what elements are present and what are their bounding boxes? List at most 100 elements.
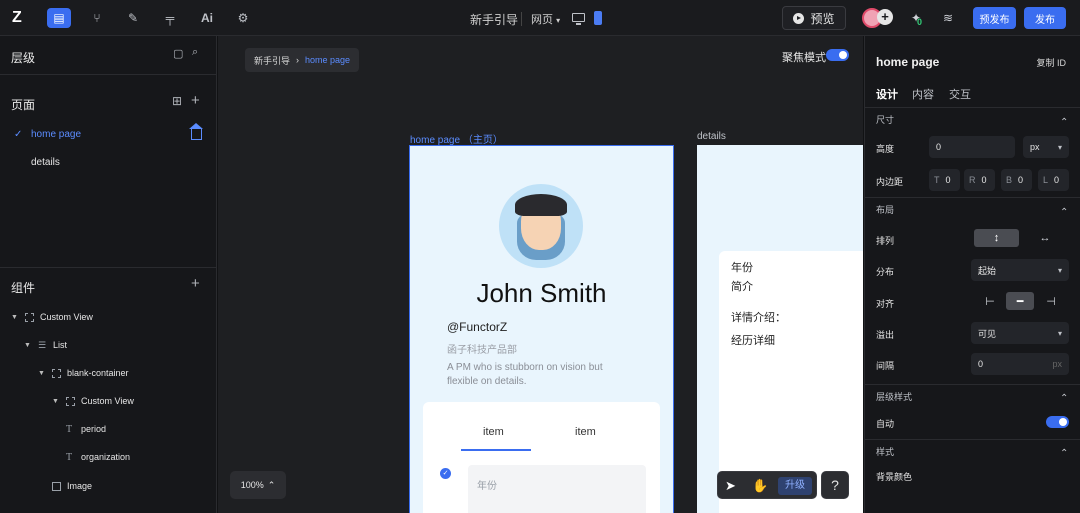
tree-item-blank-container[interactable]: ▼ blank-container (38, 364, 129, 382)
details-page-frame[interactable]: 年份 简介 详情介绍： 经历详细 (697, 145, 863, 513)
tree-item-custom-view[interactable]: ▼ Custom View (11, 308, 93, 326)
preview-button[interactable]: 预览 (782, 6, 846, 30)
tree-item-organization[interactable]: T organization (66, 448, 130, 466)
copy-id-button[interactable]: 复制 ID (1036, 56, 1066, 69)
selected-check-icon: ✓ (14, 129, 23, 140)
zoom-control[interactable]: 100% ⌃ (230, 471, 286, 499)
expand-triangle-icon[interactable]: ▼ (24, 342, 32, 349)
align-left-icon[interactable]: ⊢ (977, 292, 1003, 310)
layout-panel-icon[interactable]: ▤ (47, 8, 71, 28)
help-button[interactable]: ? (821, 471, 849, 499)
details-intro: 简介 (731, 281, 753, 293)
add-page-plus-icon[interactable]: + (191, 92, 200, 109)
height-input[interactable]: 0 (929, 136, 1015, 158)
arrange-horizontal-icon[interactable]: ↔ (1030, 229, 1060, 247)
add-folder-icon[interactable]: ⊞ (172, 94, 182, 108)
ai-icon[interactable]: Ai (195, 8, 219, 28)
align-center-icon[interactable]: ━ (1006, 292, 1034, 310)
expand-triangle-icon[interactable]: ▼ (38, 370, 46, 377)
align-label: 对齐 (876, 299, 895, 309)
hand-pan-icon[interactable]: ✋ (752, 478, 768, 494)
year-input[interactable]: 年份 (468, 465, 646, 513)
collapse-icon[interactable]: ⌃ (1060, 117, 1068, 128)
profile-organization: 函子科技产品部 (447, 345, 517, 356)
padding-right-input[interactable]: R0 (964, 169, 995, 191)
play-icon (793, 12, 805, 24)
page-type-select[interactable]: 网页 ▾ (531, 11, 560, 27)
invite-plus-icon[interactable]: + (877, 9, 893, 25)
view-icon (25, 312, 34, 322)
plugin-icon[interactable]: ✎ (121, 8, 145, 28)
view-icon (66, 396, 75, 406)
gap-label: 间隔 (876, 361, 895, 371)
tab-item-1[interactable]: item (483, 426, 504, 438)
tree-item-period[interactable]: T period (66, 420, 106, 438)
settings-gear-icon[interactable]: ⚙ (231, 8, 255, 28)
distribute-select[interactable]: 起始 ▾ (971, 259, 1069, 281)
data-model-icon[interactable]: ╤ (158, 8, 182, 28)
expand-triangle-icon[interactable]: ▼ (11, 314, 19, 321)
database-icon[interactable]: ≋ (940, 10, 956, 26)
padding-top-input[interactable]: T0 (929, 169, 960, 191)
divider (0, 267, 216, 268)
tab-interaction[interactable]: 交互 (949, 86, 971, 102)
tree-item-image[interactable]: Image (52, 477, 92, 495)
tab-content[interactable]: 内容 (912, 86, 934, 102)
expand-triangle-icon[interactable]: ▼ (52, 398, 60, 405)
upgrade-button[interactable]: 升级 (778, 477, 812, 495)
divider (865, 107, 1080, 108)
text-icon: T (66, 423, 73, 435)
auto-label: 自动 (876, 419, 895, 429)
section-layer-style: 层级样式 (876, 392, 913, 402)
frame-label-home[interactable]: home page （主页） (410, 131, 503, 146)
breadcrumb-current[interactable]: home page (305, 55, 350, 65)
project-title[interactable]: 新手引导 (470, 11, 518, 28)
desktop-view-icon[interactable] (572, 13, 585, 25)
divider (521, 12, 522, 26)
tree-item-list[interactable]: ▼ ☰ List (24, 336, 67, 354)
home-icon[interactable] (189, 123, 203, 140)
focus-mode-label: 聚焦模式 (782, 52, 826, 64)
divider (865, 439, 1080, 440)
right-panel: home page 复制 ID 设计 内容 交互 尺寸 ⌃ 高度 0 px ▾ 内… (864, 36, 1080, 513)
functorz-logo-icon[interactable]: Z (12, 9, 30, 27)
tree-item-custom-view-nested[interactable]: ▼ Custom View (52, 392, 134, 410)
comment-icon[interactable]: ▢ (173, 47, 183, 60)
publish-button[interactable]: 发布 (1024, 7, 1066, 29)
collapse-icon[interactable]: ⌃ (1060, 448, 1068, 459)
profile-bio: A PM who is stubborn on vision but flexi… (447, 362, 603, 387)
search-icon[interactable]: ⌕ (192, 46, 198, 59)
tab-design[interactable]: 设计 (876, 86, 898, 102)
details-year: 年份 (731, 262, 753, 274)
collapse-icon[interactable]: ⌃ (1060, 393, 1068, 404)
overflow-select[interactable]: 可见 ▾ (971, 322, 1069, 344)
coin-count-badge: 0 (917, 17, 923, 27)
divider (865, 197, 1080, 198)
check-circle-icon[interactable]: ✓ (440, 468, 451, 479)
breadcrumb-root[interactable]: 新手引导 (254, 54, 290, 67)
canvas[interactable]: 新手引导 › home page 聚焦模式 home page （主页） det… (218, 36, 863, 513)
frame-label-details[interactable]: details (697, 131, 726, 142)
home-page-frame[interactable]: John Smith @FunctorZ 函子科技产品部 A PM who is… (409, 145, 674, 513)
add-component-plus-icon[interactable]: + (191, 275, 200, 292)
mobile-view-icon[interactable] (594, 11, 602, 25)
gap-input[interactable]: 0 px (971, 353, 1069, 375)
page-item-details[interactable]: details (31, 157, 60, 168)
padding-left-input[interactable]: L0 (1038, 169, 1069, 191)
details-description: 详情介绍： (731, 312, 786, 324)
chevron-down-icon: ▾ (1057, 328, 1062, 338)
align-right-icon[interactable]: ⊣ (1038, 292, 1064, 310)
arrange-vertical-icon[interactable]: ↕ (974, 229, 1019, 247)
workflow-icon[interactable]: ⑂ (85, 8, 109, 28)
tab-item-2[interactable]: item (575, 426, 596, 438)
profile-avatar (499, 184, 583, 268)
height-unit-select[interactable]: px ▾ (1023, 136, 1069, 158)
view-icon (52, 368, 61, 378)
page-item-home[interactable]: home page (31, 129, 81, 140)
pre-publish-button[interactable]: 预发布 (973, 7, 1016, 29)
cursor-pointer-icon[interactable]: ➤ (725, 478, 739, 493)
collapse-icon[interactable]: ⌃ (1060, 207, 1068, 218)
auto-toggle[interactable] (1046, 416, 1069, 428)
padding-bottom-input[interactable]: B0 (1001, 169, 1032, 191)
focus-mode-toggle[interactable] (826, 49, 849, 61)
